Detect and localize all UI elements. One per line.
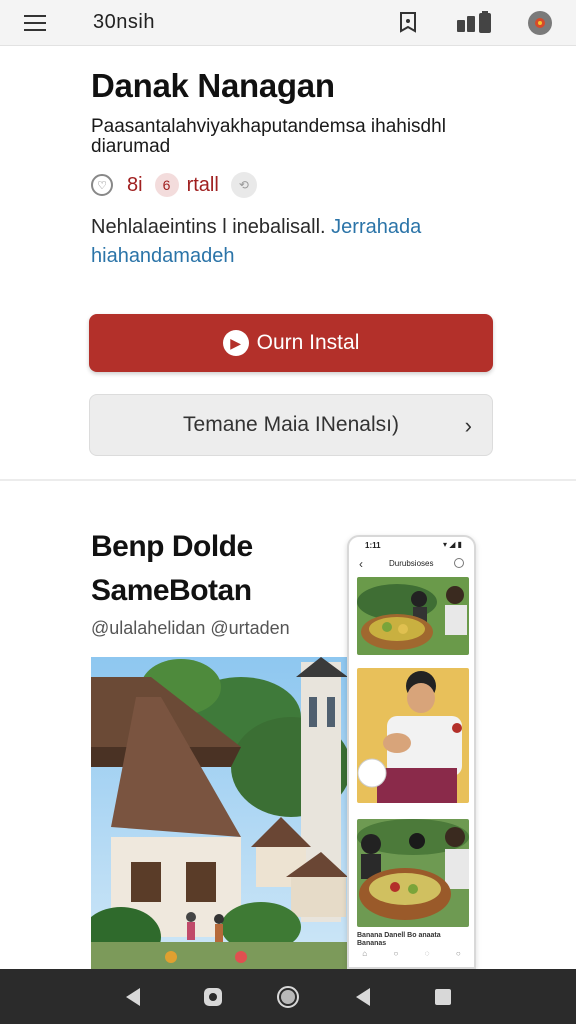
hero-description: Nehlalaeintins l inebalisall. Jerrahada … (91, 213, 511, 271)
system-nav-bar (0, 969, 576, 1024)
top-app-bar: 30nsih (0, 0, 576, 46)
primary-install-button[interactable]: ▶ Ourn Instal (89, 314, 493, 372)
page-title: Danak Nanagan (91, 67, 335, 104)
share-icon[interactable]: ⟲ (230, 172, 257, 198)
phone-time: 1:11 (365, 541, 381, 550)
meta-label: rtall (186, 173, 219, 196)
phone-back-icon[interactable]: ‹ (359, 557, 363, 571)
meta-badge: 6 (154, 173, 179, 197)
phone-thumb-1[interactable] (357, 577, 469, 655)
section-handle: @ulalahelidan @urtaden (91, 618, 290, 638)
primary-button-label: Ourn Instal (256, 331, 360, 354)
like-icon[interactable]: ♡ (91, 174, 113, 196)
phone-thumb-2[interactable] (357, 668, 469, 803)
nav-home-icon[interactable] (275, 984, 301, 1010)
phone-more-icon[interactable] (454, 558, 464, 568)
phone-tab-search-icon[interactable]: ○ (393, 949, 398, 963)
phone-mockup: 1:11 ▾ ◢ ▮ ‹ Durubsioses Banana Danell B… (347, 535, 476, 969)
phone-thumb-3[interactable] (357, 819, 469, 927)
chevron-right-icon: › (464, 413, 472, 438)
nav-assistant-icon[interactable] (200, 984, 226, 1010)
secondary-button-label: Temane Maia INenalsı) (183, 413, 399, 436)
menu-icon[interactable] (24, 13, 48, 33)
meta-row: ♡ 8i 6 rtall ⟲ (91, 172, 257, 198)
phone-tab-bar: ⌂ ○ ◌ ○ (349, 949, 474, 963)
phone-tab-home-icon[interactable]: ⌂ (362, 949, 367, 963)
page-subtitle: Paasantalahviyakhaputandemsa ihahisdhl d… (91, 116, 446, 157)
avatar-icon[interactable] (527, 10, 553, 36)
phone-signal: ▾ ◢ ▮ (442, 540, 462, 549)
resort-photo[interactable] (91, 657, 348, 969)
phone-status-bar: 1:11 ▾ ◢ ▮ (349, 537, 474, 555)
nav-recents-icon[interactable] (430, 984, 456, 1010)
phone-tab-profile-icon[interactable]: ○ (456, 949, 461, 963)
phone-header-title: Durubsioses (389, 559, 434, 568)
app-brand: 30nsih (93, 11, 155, 33)
section-title: Benp Dolde SameBotan (91, 530, 253, 607)
description-text: Nehlalaeintins l inebalisall. (91, 216, 326, 238)
secondary-button[interactable]: Temane Maia INenalsı) › (89, 394, 493, 456)
nav-back-secondary-icon[interactable] (350, 984, 376, 1010)
battery-icon[interactable] (455, 10, 493, 36)
play-icon: ▶ (222, 330, 249, 356)
section-divider (0, 479, 576, 481)
phone-caption: Banana Danell Bo anaata Bananas (357, 932, 441, 947)
bookmark-icon[interactable] (396, 10, 422, 36)
phone-tab-chat-icon[interactable]: ◌ (425, 949, 430, 963)
phone-header: ‹ Durubsioses (349, 555, 474, 577)
meta-count: 8i (127, 173, 143, 196)
nav-back-icon[interactable] (120, 984, 146, 1010)
